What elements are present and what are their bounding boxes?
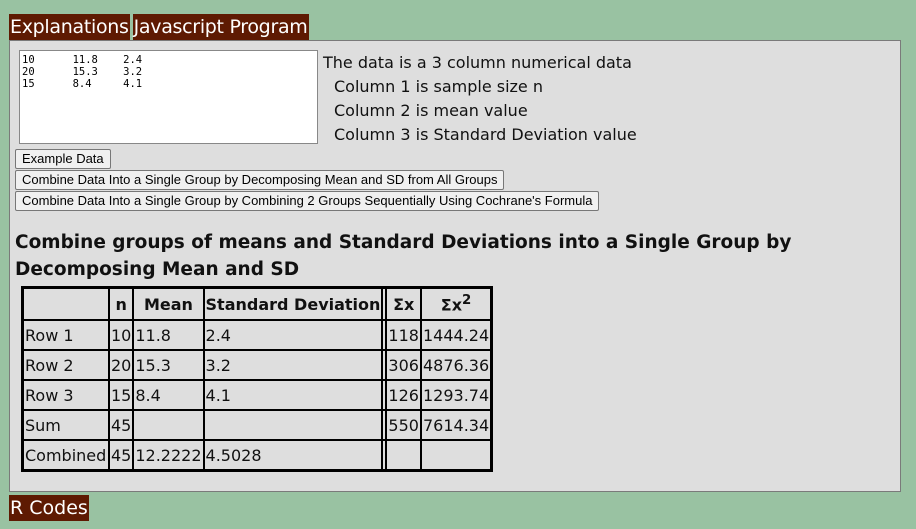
explanation-line: Column 3 is Standard Deviation value <box>334 125 637 144</box>
row-label: Row 2 <box>23 350 109 380</box>
cell-n: 10 <box>109 320 134 350</box>
results-table: n Mean Standard Deviation Σx Σx2 Row 1 1… <box>21 286 494 472</box>
tab-bar: Explanations Javascript Program <box>9 14 309 40</box>
explanation-line: Column 1 is sample size n <box>334 77 543 96</box>
table-row: Row 1 10 11.8 2.4 118 1444.24 <box>23 320 492 350</box>
table-row: Sum 45 550 7614.34 <box>23 410 492 440</box>
program-panel: 10 11.8 2.4 20 15.3 3.2 15 8.4 4.1 The d… <box>9 40 901 492</box>
cell-sd: 4.5028 <box>203 440 383 470</box>
cell-sum-x2: 7614.34 <box>420 410 492 440</box>
row-label: Sum <box>23 410 109 440</box>
decompose-button[interactable]: Combine Data Into a Single Group by Deco… <box>15 170 505 190</box>
header-sum-x: Σx <box>386 288 421 320</box>
cochrane-button[interactable]: Combine Data Into a Single Group by Comb… <box>15 191 600 211</box>
cell-mean: 12.2222 <box>133 440 204 470</box>
cell-n: 15 <box>109 380 134 410</box>
header-sum-x2-text: Σx <box>440 295 463 315</box>
cell-sum-x: 306 <box>386 350 421 380</box>
header-sd: Standard Deviation <box>203 288 383 320</box>
header-n: n <box>109 288 134 320</box>
cell-sum-x2: 1293.74 <box>420 380 492 410</box>
cell-n: 20 <box>109 350 134 380</box>
row-label: Row 3 <box>23 380 109 410</box>
cell-mean <box>133 410 204 440</box>
example-data-button[interactable]: Example Data <box>15 149 111 169</box>
data-input[interactable]: 10 11.8 2.4 20 15.3 3.2 15 8.4 4.1 <box>19 50 318 144</box>
data-explanation: The data is a 3 column numerical data Co… <box>323 51 637 147</box>
cell-mean: 11.8 <box>133 320 204 350</box>
cell-sd: 2.4 <box>203 320 383 350</box>
cell-sd: 3.2 <box>203 350 383 380</box>
cell-mean: 8.4 <box>133 380 204 410</box>
explanation-line: Column 2 is mean value <box>334 101 528 120</box>
cell-n: 45 <box>109 440 134 470</box>
row-label: Row 1 <box>23 320 109 350</box>
header-mean: Mean <box>133 288 204 320</box>
header-sum-x2-exponent: 2 <box>462 293 472 309</box>
tab-r-codes[interactable]: R Codes <box>9 495 89 521</box>
cell-sum-x: 550 <box>386 410 421 440</box>
cell-sum-x2: 4876.36 <box>420 350 492 380</box>
table-row: Combined 45 12.2222 4.5028 <box>23 440 492 470</box>
table-header-row: n Mean Standard Deviation Σx Σx2 <box>23 288 492 320</box>
table-row: Row 3 15 8.4 4.1 126 1293.74 <box>23 380 492 410</box>
explanation-line: The data is a 3 column numerical data <box>323 53 632 72</box>
table-row: Row 2 20 15.3 3.2 306 4876.36 <box>23 350 492 380</box>
tab-javascript-program[interactable]: Javascript Program <box>132 14 309 40</box>
cell-sum-x2: 1444.24 <box>420 320 492 350</box>
cell-sum-x: 126 <box>386 380 421 410</box>
cell-sum-x <box>386 440 421 470</box>
header-sum-x2: Σx2 <box>420 288 492 320</box>
cell-sum-x: 118 <box>386 320 421 350</box>
cell-sum-x2 <box>420 440 492 470</box>
row-label: Combined <box>23 440 109 470</box>
result-title: Combine groups of means and Standard Dev… <box>15 232 792 280</box>
cell-sd <box>203 410 383 440</box>
cell-n: 45 <box>109 410 134 440</box>
header-blank <box>23 288 109 320</box>
cell-mean: 15.3 <box>133 350 204 380</box>
cell-sd: 4.1 <box>203 380 383 410</box>
tab-explanations[interactable]: Explanations <box>9 14 130 40</box>
